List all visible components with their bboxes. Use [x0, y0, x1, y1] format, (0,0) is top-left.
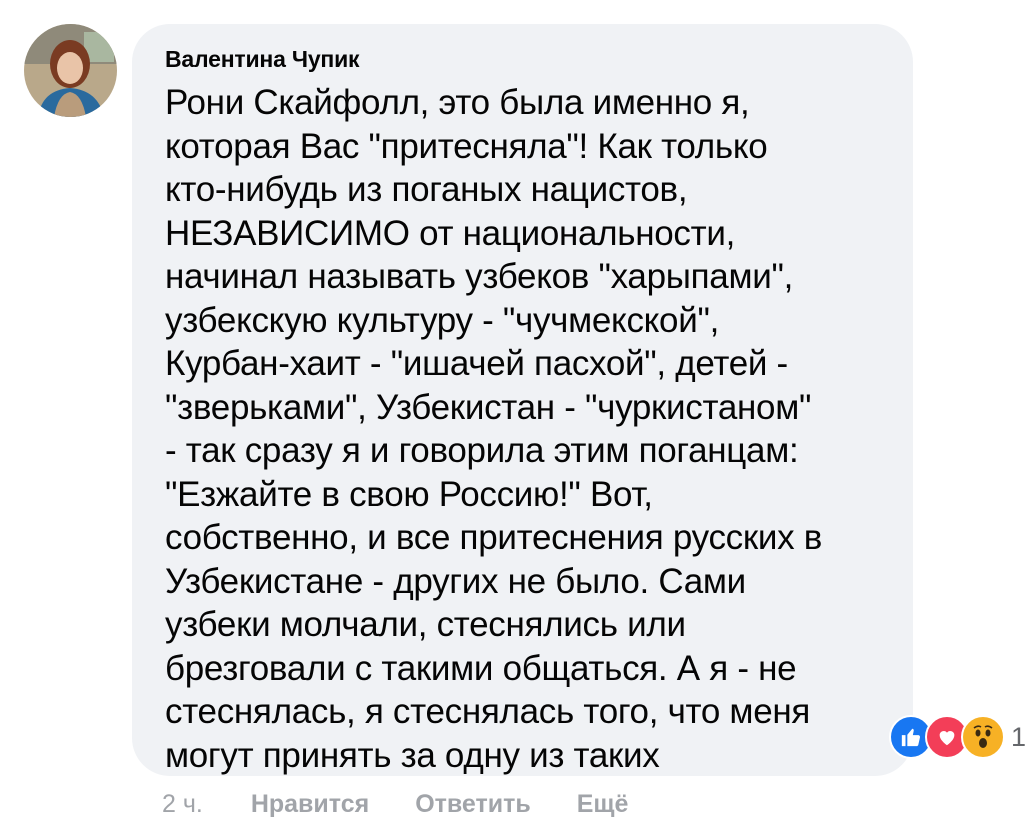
more-button[interactable]: Ещё: [577, 790, 629, 819]
comment-actions: 2 ч. Нравится Ответить Ещё: [162, 790, 674, 819]
comment-author-name[interactable]: Валентина Чупик: [165, 46, 360, 73]
comment-timestamp[interactable]: 2 ч.: [162, 790, 203, 819]
like-button[interactable]: Нравится: [251, 790, 369, 819]
avatar[interactable]: [24, 24, 117, 117]
reaction-count: 1: [1011, 721, 1027, 752]
comment-text: Рони Скайфолл, это была именно я, котора…: [165, 83, 823, 775]
avatar-photo: [24, 24, 117, 117]
reactions-summary[interactable]: 1: [889, 715, 1026, 759]
comment-bubble: Валентина Чупик Рони Скайфолл, это была …: [132, 24, 913, 776]
reply-button[interactable]: Ответить: [415, 790, 531, 819]
wow-icon: [961, 715, 1005, 759]
